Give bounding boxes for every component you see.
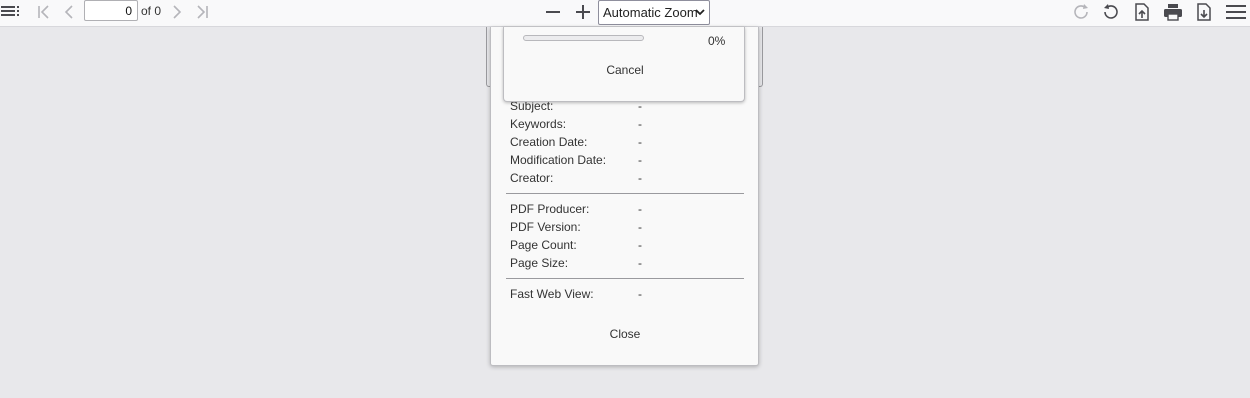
previous-page-icon[interactable]	[60, 0, 78, 24]
property-value: -	[638, 220, 642, 234]
property-value: -	[638, 238, 642, 252]
next-page-icon[interactable]	[168, 0, 186, 24]
property-label: Fast Web View:	[510, 287, 594, 301]
property-value: -	[638, 171, 642, 185]
progress-percent: 0%	[708, 34, 726, 48]
property-label: Creator:	[510, 171, 554, 185]
property-value: -	[638, 135, 642, 149]
zoom-select-value: Automatic Zoom	[603, 5, 698, 20]
property-value: -	[638, 117, 642, 131]
property-value: -	[638, 153, 642, 167]
open-file-icon[interactable]	[1132, 0, 1152, 24]
property-value: -	[638, 256, 642, 270]
sidebar-toggle-icon[interactable]	[0, 0, 22, 24]
zoom-in-icon[interactable]	[572, 0, 594, 24]
progress-bar	[523, 35, 644, 41]
first-page-icon[interactable]	[34, 0, 54, 24]
property-label: PDF Version:	[510, 220, 581, 234]
separator	[506, 193, 744, 194]
tools-menu-icon[interactable]	[1224, 0, 1248, 24]
loading-progress-dialog: 0% Cancel	[503, 27, 745, 102]
page-number-input[interactable]	[84, 0, 138, 21]
print-icon[interactable]	[1162, 0, 1184, 24]
property-label: Modification Date:	[510, 153, 607, 167]
property-label: Page Count:	[510, 238, 577, 252]
separator	[506, 278, 744, 279]
property-label: Keywords:	[510, 117, 567, 131]
rotate-counterclockwise-icon[interactable]	[1100, 0, 1122, 24]
zoom-select[interactable]: Automatic Zoom	[598, 0, 710, 25]
close-button[interactable]: Close	[596, 324, 654, 344]
chevron-down-icon	[695, 9, 705, 16]
last-page-icon[interactable]	[192, 0, 212, 24]
rotate-clockwise-icon[interactable]	[1070, 0, 1092, 24]
property-value: -	[638, 202, 642, 216]
cancel-button[interactable]: Cancel	[600, 61, 650, 79]
zoom-out-icon[interactable]	[542, 0, 564, 24]
property-value: -	[638, 287, 642, 301]
page-count-label: of 0	[141, 4, 162, 18]
property-label: Page Size:	[510, 256, 569, 270]
download-icon[interactable]	[1194, 0, 1214, 24]
toolbar: of 0 Automatic Zoom	[0, 0, 1250, 27]
property-label: PDF Producer:	[510, 202, 590, 216]
property-label: Creation Date:	[510, 135, 588, 149]
